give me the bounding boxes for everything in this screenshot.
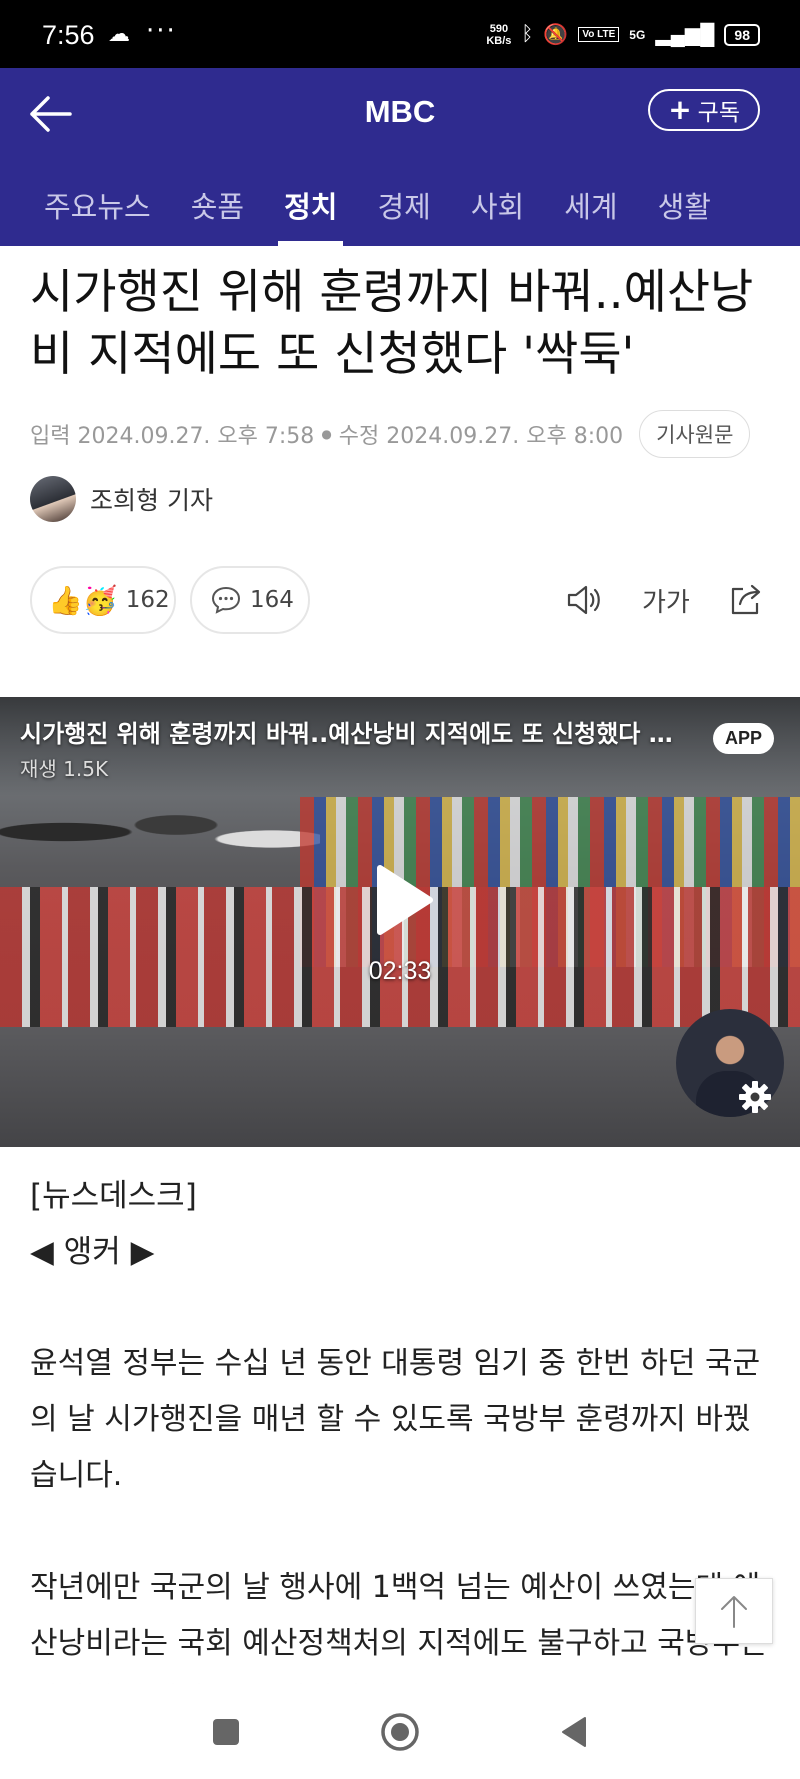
battery-level: 98 [724, 23, 760, 46]
tab-life[interactable]: 생활 [638, 160, 731, 246]
more-notifications-icon: ··· [146, 16, 177, 46]
anchor-label: ◀ 앵커 ▶ [30, 1234, 155, 1270]
video-settings-button[interactable] [737, 1079, 773, 1115]
home-button[interactable] [374, 1706, 426, 1758]
video-views: 재생 1.5K [20, 757, 109, 781]
meta-separator: ● [321, 427, 332, 441]
tab-world[interactable]: 세계 [544, 160, 637, 246]
plus-icon: + [668, 93, 692, 126]
play-button[interactable] [372, 862, 436, 938]
network-type: 5G [629, 27, 646, 42]
square-icon [213, 1719, 239, 1745]
mute-icon: 🔕 [543, 24, 569, 46]
tab-main-news[interactable]: 주요뉴스 [0, 160, 171, 246]
published-time: 입력 2024.09.27. 오후 7:58 [30, 424, 315, 449]
arrow-left-icon [30, 96, 72, 132]
network-speed-value: 590 [489, 22, 509, 35]
back-nav-button[interactable] [548, 1706, 600, 1758]
back-button[interactable] [26, 92, 74, 136]
subscribe-label: 구독 [697, 100, 740, 126]
signal-icon: ▂▄▆█ [655, 24, 715, 46]
article-body: [뉴스데스크] ◀ 앵커 ▶ 윤석열 정부는 수십 년 동안 대통령 임기 중 … [30, 1168, 775, 1728]
gear-icon [739, 1081, 771, 1113]
reaction-button[interactable]: 👍🥳 162 [30, 566, 176, 634]
body-paragraph: 윤석열 정부는 수십 년 동안 대통령 임기 중 한번 하던 국군의 날 시가행… [30, 1346, 761, 1493]
app-badge[interactable]: APP [713, 723, 775, 754]
font-size-button[interactable]: 가가 [642, 582, 696, 622]
subscribe-button[interactable]: + 구독 [648, 89, 760, 131]
status-icons: 590 KB/s ᛒ 🔕 Vo LTE 5G ▂▄▆█ 98 [486, 22, 760, 47]
network-speed: 590 KB/s [486, 23, 511, 47]
reaction-count: 162 [125, 587, 170, 613]
video-player[interactable]: 시가행진 위해 훈령까지 바꿔..예산낭비 지적에도 또 신청했다 '싹둑' 재… [0, 697, 800, 1147]
comment-icon [211, 586, 241, 614]
volte-badge: Vo LTE [578, 27, 620, 42]
comment-count: 164 [250, 587, 294, 613]
video-title: 시가행진 위해 훈령까지 바꿔..예산낭비 지적에도 또 신청했다 '싹둑' [20, 720, 680, 748]
video-scene-umbrellas [0, 797, 320, 867]
tab-politics[interactable]: 정치 [264, 160, 357, 246]
play-icon [377, 865, 433, 935]
circle-icon [381, 1713, 419, 1751]
speaker-icon [567, 585, 600, 615]
network-speed-unit: KB/s [486, 34, 512, 47]
article-headline: 시가행진 위해 훈령까지 바꿔..예산낭비 지적에도 또 신청했다 '싹둑' [30, 265, 754, 382]
arrow-up-icon [721, 1596, 747, 1628]
program-name: [뉴스데스크] [30, 1178, 197, 1214]
comment-button[interactable]: 164 [190, 566, 310, 634]
scroll-to-top-button[interactable] [695, 1578, 773, 1644]
triangle-back-icon [562, 1717, 586, 1747]
status-time: 7:56 [42, 20, 95, 50]
reporter[interactable]: 조희형 기자 [30, 476, 213, 522]
original-article-button[interactable]: 기사원문 [639, 410, 751, 458]
bluetooth-icon: ᛒ [521, 23, 534, 45]
system-nav-bar [0, 1684, 800, 1779]
text-to-speech-button[interactable] [564, 580, 604, 620]
share-icon [731, 584, 761, 615]
article-actions: 👍🥳 162 164 가가 [30, 566, 770, 634]
recent-apps-button[interactable] [200, 1706, 252, 1758]
category-tabs: 주요뉴스 숏폼 정치 경제 사회 세계 생활 [0, 160, 800, 246]
reaction-emoji-icon: 👍🥳 [48, 583, 118, 617]
status-bar: 7:56 ☁ ··· 590 KB/s ᛒ 🔕 Vo LTE 5G ▂▄▆█ 9… [0, 0, 800, 68]
tab-society[interactable]: 사회 [451, 160, 544, 246]
app-bar: MBC + 구독 [0, 68, 800, 160]
reporter-name: 조희형 기자 [90, 486, 213, 515]
font-size-icon: 가가 [642, 588, 690, 618]
content-fade [0, 1660, 800, 1684]
reporter-avatar [30, 476, 76, 522]
tab-economy[interactable]: 경제 [357, 160, 450, 246]
cloud-icon: ☁ [108, 22, 130, 47]
article-meta: 입력 2024.09.27. 오후 7:58 ● 수정 2024.09.27. … [30, 410, 751, 458]
tab-shortform[interactable]: 숏폼 [171, 160, 264, 246]
share-button[interactable] [726, 580, 766, 620]
modified-time: 수정 2024.09.27. 오후 8:00 [338, 424, 624, 449]
